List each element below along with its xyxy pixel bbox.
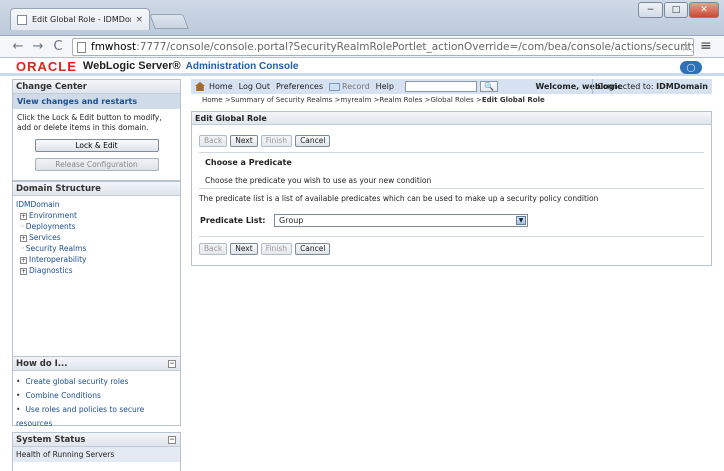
tree-line-icon: ·· — [20, 244, 25, 253]
reload-icon[interactable]: C — [48, 39, 68, 54]
tree-item-interoperability[interactable]: + Interoperability — [16, 254, 177, 265]
wizard-buttons-bottom: Back Next Finish Cancel — [199, 243, 331, 255]
url-path: :7777/console/console.portal?SecurityRea… — [136, 41, 693, 53]
browser-tab[interactable]: Edit Global Role - IDMDom × — [10, 8, 150, 30]
divider — [199, 188, 704, 189]
predicate-list-label: Predicate List: — [200, 216, 266, 225]
tab-title: Edit Global Role - IDMDom — [32, 15, 132, 24]
browser-title-bar: Edit Global Role - IDMDom × − □ ✕ — [0, 0, 724, 36]
dropdown-arrow-icon[interactable]: ▼ — [516, 216, 526, 225]
finish-button: Finish — [260, 135, 293, 147]
connected-domain: IDMDomain — [656, 82, 708, 91]
predicate-selected-value: Group — [279, 216, 304, 225]
tab-close-icon[interactable]: × — [135, 15, 143, 25]
next-button[interactable]: Next — [230, 135, 258, 147]
page-favicon-icon — [17, 14, 27, 25]
predicate-list-select[interactable]: Group ▼ — [274, 214, 528, 227]
howto-link[interactable]: Combine Conditions — [16, 389, 177, 403]
forward-arrow-icon[interactable]: → — [28, 39, 48, 54]
tree-item-deployments[interactable]: ··Deployments — [16, 221, 177, 232]
predicate-info: The predicate list is a list of availabl… — [199, 194, 599, 203]
tree-item-environment[interactable]: + Environment — [16, 210, 177, 221]
next-button[interactable]: Next — [230, 243, 258, 255]
collapse-icon[interactable]: − — [168, 360, 176, 368]
help-link[interactable]: Help — [376, 82, 394, 91]
page-viewport: ORACLE WebLogic Server® Administration C… — [0, 59, 724, 471]
cancel-button[interactable]: Cancel — [295, 243, 331, 255]
new-tab-button[interactable] — [149, 14, 189, 29]
home-icon[interactable] — [195, 82, 205, 91]
window-close-button[interactable]: ✕ — [689, 2, 719, 18]
window-minimize-button[interactable]: − — [638, 2, 663, 18]
tree-item-diagnostics[interactable]: + Diagnostics — [16, 265, 177, 276]
url-host: fmwhost — [91, 41, 137, 53]
expand-icon[interactable]: + — [20, 267, 27, 275]
cancel-button[interactable]: Cancel — [295, 135, 331, 147]
address-bar[interactable]: fmwhost:7777/console/console.portal?Secu… — [72, 38, 694, 56]
tree-item-security-realms[interactable]: ··Security Realms — [16, 243, 177, 254]
browser-menu-icon[interactable]: ≡ — [700, 38, 712, 54]
tree-line-icon: ·· — [20, 222, 25, 231]
lock-edit-button[interactable]: Lock & Edit — [34, 139, 159, 152]
connected-to: Connected to: IDMDomain — [592, 79, 712, 94]
health-of-running-servers: Health of Running Servers — [13, 447, 180, 462]
how-do-i-panel: How do I...− Create global security role… — [12, 356, 181, 428]
expand-icon[interactable]: + — [20, 212, 27, 220]
view-changes-link[interactable]: View changes and restarts — [13, 94, 180, 109]
browser-toolbar: ← → C fmwhost:7777/console/console.porta… — [0, 36, 724, 58]
divider — [199, 236, 704, 237]
wizard-buttons-top: Back Next Finish Cancel — [199, 135, 331, 147]
oracle-bubble-icon: ◯ — [680, 61, 702, 74]
change-center-panel: Change Center View changes and restarts … — [12, 79, 181, 181]
console-menubar: Home Log Out Preferences Record Help 🔍 W… — [191, 79, 712, 94]
domain-structure-title: Domain Structure — [13, 182, 180, 196]
how-do-i-title: How do I... − — [13, 357, 180, 371]
howto-link[interactable]: Create global security roles — [16, 375, 177, 389]
breadcrumb: Home >Summary of Security Realms >myreal… — [202, 96, 545, 104]
predicate-heading: Choose a Predicate — [205, 158, 292, 167]
expand-icon[interactable]: + — [20, 234, 27, 242]
brand-header: ORACLE WebLogic Server® Administration C… — [0, 59, 724, 76]
record-icon — [329, 82, 341, 91]
breadcrumb-trail[interactable]: Home >Summary of Security Realms >myreal… — [202, 96, 482, 104]
window-maximize-button[interactable]: □ — [664, 2, 688, 18]
tree-root[interactable]: IDMDomain — [16, 199, 177, 210]
search-icon[interactable]: 🔍 — [479, 81, 498, 92]
back-button: Back — [199, 243, 228, 255]
edit-global-role-panel: Edit Global Role Back Next Finish Cancel… — [191, 111, 712, 266]
oracle-logo: ORACLE — [16, 59, 77, 74]
bookmark-star-icon[interactable]: ☆ — [680, 39, 691, 55]
finish-button: Finish — [260, 243, 293, 255]
collapse-icon[interactable]: − — [168, 436, 176, 444]
predicate-description: Choose the predicate you wish to use as … — [205, 176, 432, 185]
expand-icon[interactable]: + — [20, 256, 27, 264]
logout-link[interactable]: Log Out — [239, 82, 270, 91]
back-arrow-icon[interactable]: ← — [8, 39, 28, 54]
back-button: Back — [199, 135, 228, 147]
preferences-link[interactable]: Preferences — [276, 82, 323, 91]
product-name: WebLogic Server® — [82, 60, 181, 72]
home-link[interactable]: Home — [209, 82, 233, 91]
change-center-text: Click the Lock & Edit button to modify, … — [17, 113, 162, 132]
system-status-panel: System Status − Health of Running Servers — [12, 432, 181, 471]
system-status-title: System Status − — [13, 433, 180, 447]
how-do-i-list: Create global security roles Combine Con… — [13, 371, 180, 435]
divider — [199, 152, 704, 153]
domain-tree: IDMDomain + Environment ··Deployments + Se… — [13, 196, 180, 279]
record-link[interactable]: Record — [342, 82, 370, 91]
release-configuration-button: Release Configuration — [34, 158, 159, 171]
breadcrumb-current: Edit Global Role — [481, 96, 545, 104]
change-center-title: Change Center — [13, 80, 180, 94]
howto-link[interactable]: Use roles and policies to secure resourc… — [16, 403, 177, 431]
page-icon — [77, 42, 86, 53]
tree-item-services[interactable]: + Services — [16, 232, 177, 243]
search-input[interactable] — [404, 81, 477, 92]
content-title: Edit Global Role — [192, 112, 711, 125]
product-subtitle: Administration Console — [185, 60, 299, 72]
